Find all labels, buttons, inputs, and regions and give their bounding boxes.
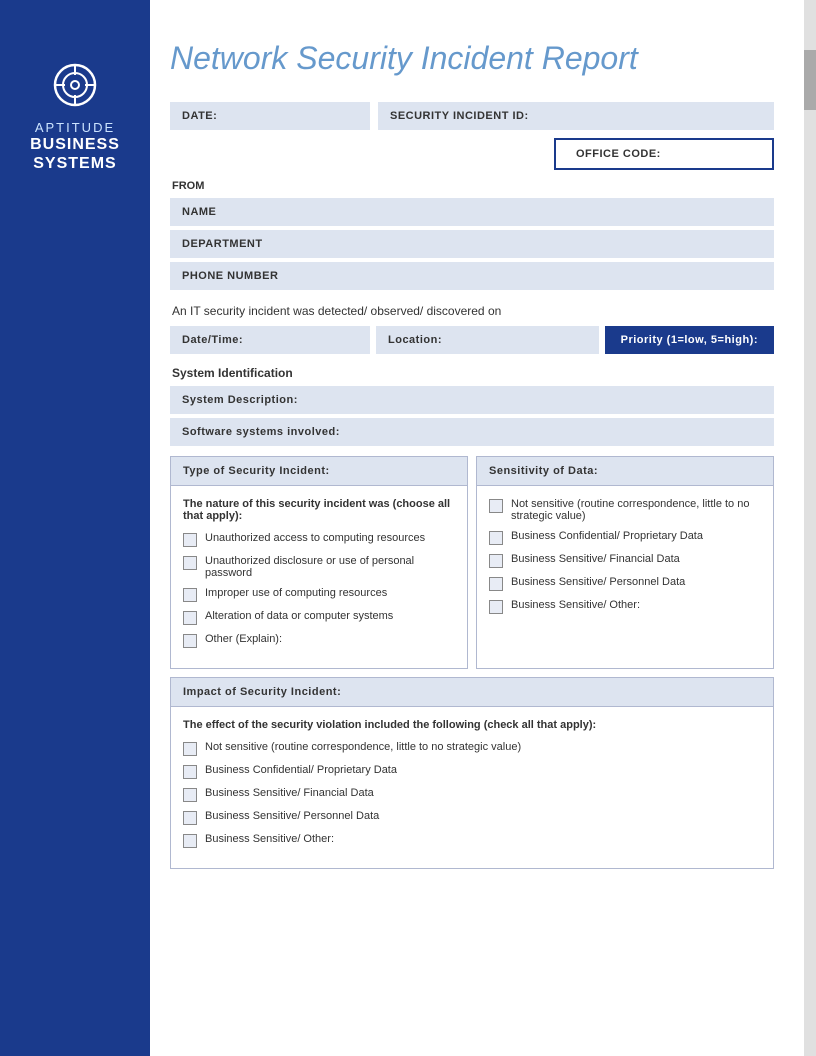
checkbox-box-5[interactable] (183, 634, 197, 648)
type-checkbox-label-1: Unauthorized access to computing resourc… (205, 532, 425, 544)
sensitivity-label-2: Business Confidential/ Proprietary Data (511, 530, 703, 542)
sensitivity-box-5[interactable] (489, 600, 503, 614)
type-body: The nature of this security incident was… (171, 486, 467, 668)
checkbox-box-1[interactable] (183, 533, 197, 547)
sensitivity-checkbox-1[interactable]: Not sensitive (routine correspondence, l… (489, 498, 761, 522)
incident-columns: Type of Security Incident: The nature of… (170, 456, 774, 669)
main-content: Network Security Incident Report DATE: S… (150, 0, 804, 917)
impact-label-5: Business Sensitive/ Other: (205, 833, 334, 845)
sensitivity-box-4[interactable] (489, 577, 503, 591)
impact-label-4: Business Sensitive/ Personnel Data (205, 810, 379, 822)
sensitivity-checkbox-3[interactable]: Business Sensitive/ Financial Data (489, 553, 761, 568)
sensitivity-box-1[interactable] (489, 499, 503, 513)
impact-box-4[interactable] (183, 811, 197, 825)
scrollbar-thumb[interactable] (804, 50, 816, 110)
location-label[interactable]: Location: (376, 326, 599, 354)
office-code-row: OFFICE CODE: (170, 138, 774, 170)
type-checkbox-3[interactable]: Improper use of computing resources (183, 587, 455, 602)
impact-subtitle: The effect of the security violation inc… (183, 719, 761, 731)
sensitivity-checkbox-4[interactable]: Business Sensitive/ Personnel Data (489, 576, 761, 591)
scrollbar[interactable] (804, 0, 816, 1056)
priority-label: Priority (1=low, 5=high): (605, 326, 774, 354)
checkbox-box-2[interactable] (183, 556, 197, 570)
type-checkbox-label-5: Other (Explain): (205, 633, 282, 645)
type-checkbox-label-2: Unauthorized disclosure or use of person… (205, 555, 455, 579)
detection-row: Date/Time: Location: Priority (1=low, 5=… (170, 326, 774, 354)
software-field[interactable]: Software systems involved: (170, 418, 774, 446)
impact-checkbox-1[interactable]: Not sensitive (routine correspondence, l… (183, 741, 761, 756)
type-checkbox-2[interactable]: Unauthorized disclosure or use of person… (183, 555, 455, 579)
impact-header: Impact of Security Incident: (171, 678, 773, 707)
date-label: DATE: (170, 102, 370, 130)
sensitivity-box-3[interactable] (489, 554, 503, 568)
impact-box-3[interactable] (183, 788, 197, 802)
sidebar: APTITUDE BUSINESSSYSTEMS (0, 0, 150, 1056)
security-id-label: SECURITY INCIDENT ID: (378, 102, 774, 130)
detection-text: An IT security incident was detected/ ob… (172, 304, 774, 318)
type-checkbox-5[interactable]: Other (Explain): (183, 633, 455, 648)
from-label: FROM (170, 180, 774, 192)
sensitivity-label-1: Not sensitive (routine correspondence, l… (511, 498, 761, 522)
impact-label-1: Not sensitive (routine correspondence, l… (205, 741, 521, 753)
brand-main: BUSINESSSYSTEMS (30, 135, 120, 173)
type-checkbox-label-3: Improper use of computing resources (205, 587, 387, 599)
impact-section: Impact of Security Incident: The effect … (170, 677, 774, 869)
system-description-field[interactable]: System Description: (170, 386, 774, 414)
sensitivity-body: Not sensitive (routine correspondence, l… (477, 486, 773, 634)
impact-label-3: Business Sensitive/ Financial Data (205, 787, 374, 799)
office-code-label: OFFICE CODE: (554, 138, 774, 170)
sensitivity-checkbox-2[interactable]: Business Confidential/ Proprietary Data (489, 530, 761, 545)
datetime-label[interactable]: Date/Time: (170, 326, 370, 354)
impact-box-1[interactable] (183, 742, 197, 756)
system-identification-title: System Identification (170, 366, 774, 380)
type-checkbox-4[interactable]: Alteration of data or computer systems (183, 610, 455, 625)
impact-box-2[interactable] (183, 765, 197, 779)
impact-label-2: Business Confidential/ Proprietary Data (205, 764, 397, 776)
type-column: Type of Security Incident: The nature of… (170, 456, 468, 669)
target-icon (50, 60, 100, 110)
sensitivity-header: Sensitivity of Data: (477, 457, 773, 486)
sensitivity-label-4: Business Sensitive/ Personnel Data (511, 576, 685, 588)
sensitivity-checkbox-5[interactable]: Business Sensitive/ Other: (489, 599, 761, 614)
impact-body: The effect of the security violation inc… (171, 707, 773, 868)
report-title: Network Security Incident Report (170, 40, 774, 77)
sensitivity-box-2[interactable] (489, 531, 503, 545)
top-fields-row: DATE: SECURITY INCIDENT ID: (170, 102, 774, 130)
name-field[interactable]: NAME (170, 198, 774, 226)
type-header: Type of Security Incident: (171, 457, 467, 486)
checkbox-box-3[interactable] (183, 588, 197, 602)
nature-subtitle: The nature of this security incident was… (183, 498, 455, 522)
department-field[interactable]: DEPARTMENT (170, 230, 774, 258)
brand-top: APTITUDE (35, 120, 115, 135)
type-checkbox-1[interactable]: Unauthorized access to computing resourc… (183, 532, 455, 547)
impact-checkbox-3[interactable]: Business Sensitive/ Financial Data (183, 787, 761, 802)
checkbox-box-4[interactable] (183, 611, 197, 625)
sensitivity-label-5: Business Sensitive/ Other: (511, 599, 640, 611)
impact-checkbox-5[interactable]: Business Sensitive/ Other: (183, 833, 761, 848)
impact-checkbox-2[interactable]: Business Confidential/ Proprietary Data (183, 764, 761, 779)
sensitivity-label-3: Business Sensitive/ Financial Data (511, 553, 680, 565)
impact-box-5[interactable] (183, 834, 197, 848)
impact-checkbox-4[interactable]: Business Sensitive/ Personnel Data (183, 810, 761, 825)
type-checkbox-label-4: Alteration of data or computer systems (205, 610, 393, 622)
phone-field[interactable]: PHONE NUMBER (170, 262, 774, 290)
sensitivity-column: Sensitivity of Data: Not sensitive (rout… (476, 456, 774, 669)
